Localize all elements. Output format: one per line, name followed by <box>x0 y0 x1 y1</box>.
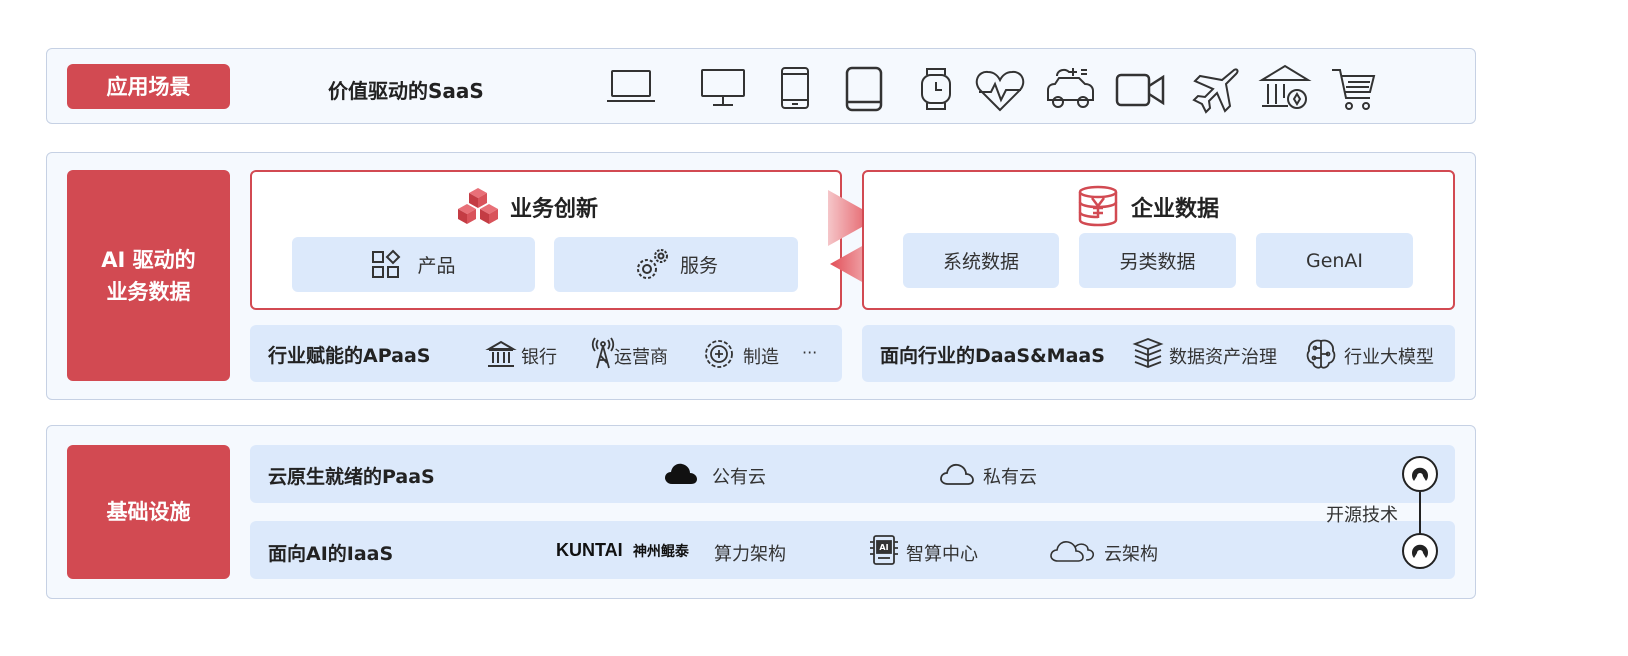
kuntai-logo: KUNTAI 神州鲲泰 <box>556 540 689 561</box>
saas-title: 价值驱动的SaaS <box>328 79 484 103</box>
laptop-icon <box>607 70 655 102</box>
open-source-top-icon <box>1402 456 1438 492</box>
open-source-connector <box>1402 456 1438 569</box>
car-icon <box>1047 68 1094 108</box>
watch-icon <box>921 68 951 110</box>
product-grid-icon <box>372 249 401 278</box>
open-source-bottom-icon <box>1402 533 1438 569</box>
bank-building-icon <box>485 340 517 367</box>
apaas-title: 行业赋能的APaaS <box>268 345 431 367</box>
private-cloud-label: 私有云 <box>983 467 1037 488</box>
ai-label-line2: 业务数据 <box>106 279 191 304</box>
system-data-box: 系统数据 <box>903 233 1059 288</box>
public-cloud-icon <box>665 463 697 484</box>
video-camera-icon <box>1115 73 1165 107</box>
ai-label-line1: AI 驱动的 <box>101 247 196 272</box>
open-source-label: 开源技术 <box>1326 505 1398 526</box>
compute-arch-label: 算力架构 <box>714 544 786 565</box>
ai-center-label: 智算中心 <box>906 544 978 565</box>
data-governance-icon <box>1132 338 1164 368</box>
private-cloud-icon <box>940 463 974 485</box>
bank-icon <box>1258 64 1312 109</box>
scenario-label: 应用场景 <box>67 64 230 109</box>
svg-text:AI: AI <box>879 543 888 552</box>
service-label: 服务 <box>679 255 718 277</box>
shopping-cart-icon <box>1332 69 1376 110</box>
enterprise-title: 企业数据 <box>1131 197 1220 222</box>
more-ellipsis: ··· <box>802 343 818 362</box>
service-box: 服务 <box>554 237 798 292</box>
manufacturing-gear-icon <box>705 340 733 368</box>
kuntai-logo-cn: 神州鲲泰 <box>632 544 689 560</box>
operator-label: 运营商 <box>614 347 668 368</box>
phone-icon <box>781 67 809 109</box>
industry-model-label: 行业大模型 <box>1344 347 1434 368</box>
health-heart-icon <box>975 70 1025 112</box>
public-cloud-label: 公有云 <box>712 467 766 488</box>
iaas-title: 面向AI的IaaS <box>268 543 394 565</box>
cloud-architecture-icon <box>1050 541 1095 562</box>
paas-title: 云原生就绪的PaaS <box>268 466 435 488</box>
manufacturing-label: 制造 <box>743 347 779 368</box>
infra-label: 基础设施 <box>67 445 230 579</box>
airplane-icon <box>1192 68 1239 114</box>
genai-box: GenAI <box>1256 233 1413 288</box>
signal-tower-icon <box>591 337 615 369</box>
bank-label: 银行 <box>521 347 557 368</box>
tablet-icon <box>845 66 883 112</box>
data-governance-label: 数据资产治理 <box>1169 347 1277 368</box>
product-label: 产品 <box>417 255 456 277</box>
ai-label: AI 驱动的 业务数据 <box>67 170 230 381</box>
product-box: 产品 <box>292 237 535 292</box>
monitor-icon <box>701 69 745 106</box>
iaas-row <box>250 521 1455 579</box>
ai-chip-icon: AI <box>870 535 898 565</box>
alternative-data-box: 另类数据 <box>1079 233 1236 288</box>
gears-icon <box>636 248 668 279</box>
daas-title: 面向行业的DaaS&MaaS <box>880 345 1105 367</box>
innovation-title: 业务创新 <box>510 197 599 222</box>
brain-chip-icon <box>1306 339 1336 369</box>
database-yen-icon <box>1078 185 1118 227</box>
kuntai-logo-text: KUNTAI <box>556 540 623 560</box>
cloud-arch-label: 云架构 <box>1104 544 1158 565</box>
cube-cluster-icon <box>458 188 498 224</box>
